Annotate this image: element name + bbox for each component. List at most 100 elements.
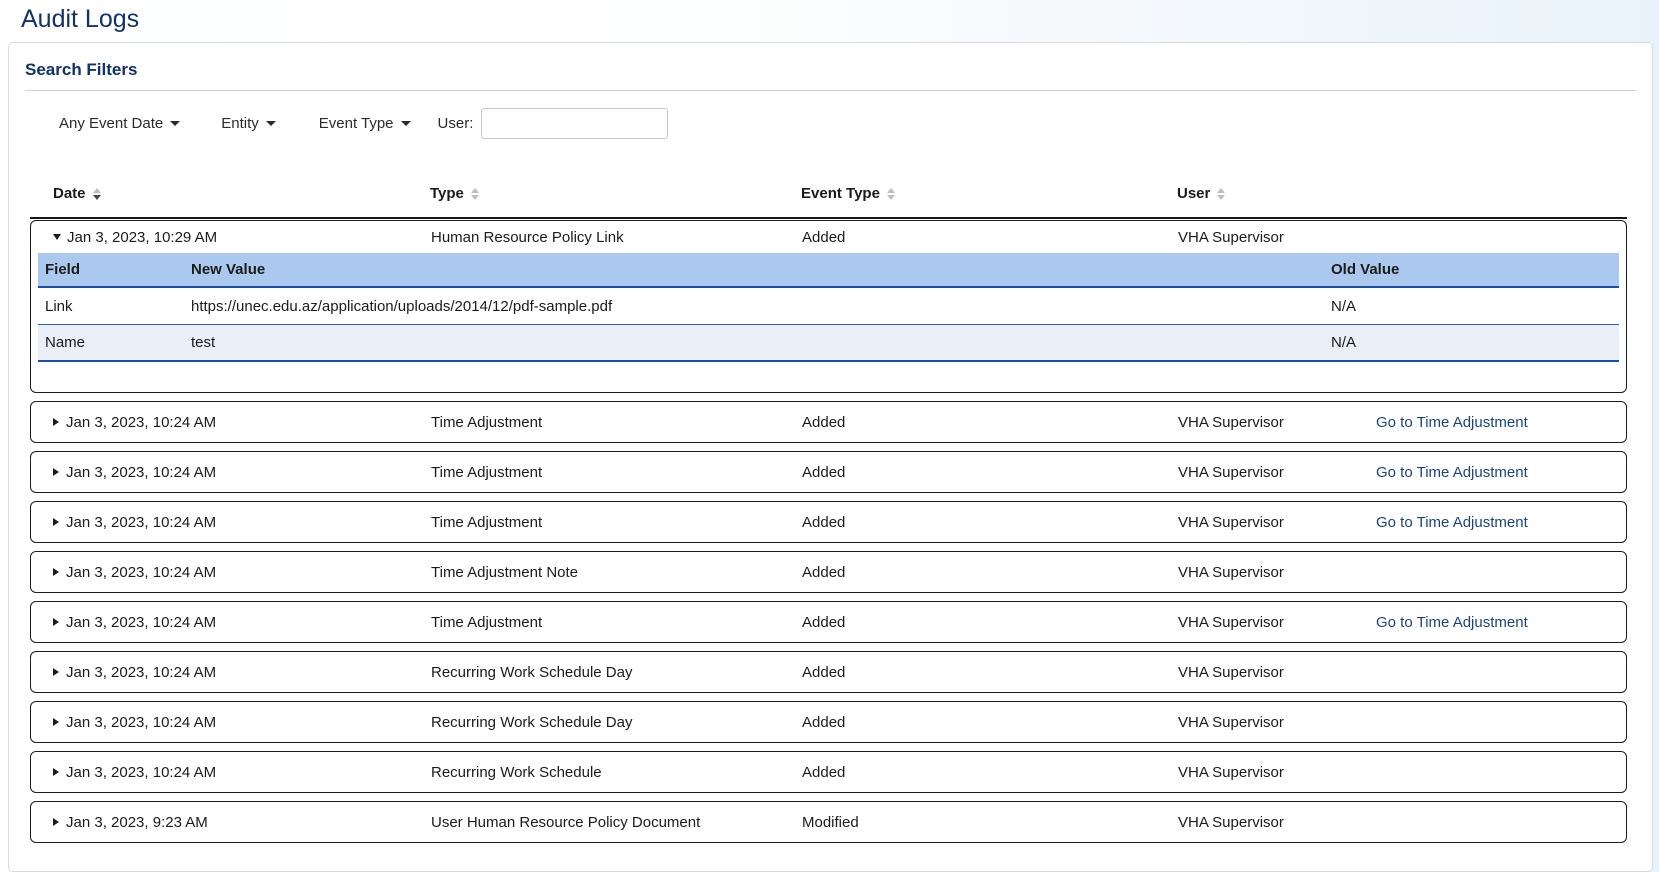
- row-type-text: User Human Resource Policy Document: [431, 813, 701, 831]
- expand-row-icon[interactable]: [53, 568, 59, 576]
- sort-icon-date[interactable]: [92, 187, 101, 200]
- table-row-main[interactable]: Jan 3, 2023, 10:24 AM Time Adjustment Adde…: [31, 502, 1626, 542]
- sort-icon-type[interactable]: [470, 187, 479, 200]
- sort-icon-user[interactable]: [1217, 187, 1226, 200]
- table-row-main[interactable]: Jan 3, 2023, 10:24 AM Recurring Work Sche…: [31, 702, 1626, 742]
- table-row: Jan 3, 2023, 10:24 AM Recurring Work Sche…: [30, 651, 1627, 693]
- row-event-type-text: Added: [802, 763, 846, 781]
- go-to-entity-link[interactable]: Go to Time Adjustment: [1376, 414, 1528, 431]
- row-date-cell: Jan 3, 2023, 9:23 AM: [31, 814, 431, 831]
- detail-field-text: Link: [45, 297, 73, 315]
- expand-row-icon[interactable]: [53, 418, 59, 426]
- table-row: Jan 3, 2023, 10:24 AM Recurring Work Sche…: [30, 701, 1627, 743]
- row-type-text: Recurring Work Schedule: [431, 763, 602, 781]
- table-row-main[interactable]: Jan 3, 2023, 10:24 AM Time Adjustment Adde…: [31, 602, 1626, 642]
- row-date-text: Jan 3, 2023, 10:24 AM: [66, 413, 217, 431]
- expand-row-icon[interactable]: [53, 768, 59, 776]
- filter-dropdown-entity[interactable]: Entity: [221, 115, 276, 132]
- go-to-entity-link[interactable]: Go to Time Adjustment: [1376, 464, 1528, 481]
- sort-icon-event-type[interactable]: [886, 187, 895, 200]
- row-event-type-text: Added: [802, 513, 846, 531]
- caret-down-icon: [170, 121, 181, 126]
- collapse-row-icon[interactable]: [53, 234, 61, 240]
- filter-bar: Any Event Date Entity Event Type User:: [25, 108, 1636, 139]
- row-user-text: VHA Supervisor: [1178, 613, 1284, 631]
- table-row: Jan 3, 2023, 10:24 AM Time Adjustment Adde…: [30, 451, 1627, 493]
- row-date-cell: Jan 3, 2023, 10:24 AM: [31, 614, 431, 631]
- table-row: Jan 3, 2023, 10:24 AM Time Adjustment Not…: [30, 551, 1627, 593]
- table-row-main[interactable]: Jan 3, 2023, 10:24 AM Recurring Work Sche…: [31, 752, 1626, 792]
- detail-column-new-value: New Value: [191, 261, 266, 278]
- row-date-text: Jan 3, 2023, 10:24 AM: [66, 613, 217, 631]
- expand-row-icon[interactable]: [53, 818, 59, 826]
- table-row-main[interactable]: Jan 3, 2023, 10:24 AM Time Adjustment Not…: [31, 552, 1626, 592]
- caret-down-icon: [265, 121, 276, 126]
- table-row: Jan 3, 2023, 10:29 AM Human Resource Poli…: [30, 220, 1627, 393]
- row-event-type-text: Added: [802, 663, 846, 681]
- row-type-text: Human Resource Policy Link: [431, 228, 624, 246]
- table-row-main[interactable]: Jan 3, 2023, 10:24 AM Time Adjustment Adde…: [31, 452, 1626, 492]
- row-date-text: Jan 3, 2023, 10:24 AM: [66, 513, 217, 531]
- filter-dropdown-event-date-label: Any Event Date: [59, 115, 164, 132]
- expand-row-icon[interactable]: [53, 618, 59, 626]
- table-row-main[interactable]: Jan 3, 2023, 10:29 AM Human Resource Poli…: [31, 221, 1626, 253]
- row-type-text: Time Adjustment: [431, 513, 543, 531]
- detail-old-value-text: N/A: [1331, 334, 1357, 351]
- expand-row-icon[interactable]: [53, 518, 59, 526]
- detail-column-field: Field: [45, 261, 81, 278]
- table-row-main[interactable]: Jan 3, 2023, 9:23 AM User Human Resource …: [31, 802, 1626, 842]
- expand-row-icon[interactable]: [53, 718, 59, 726]
- row-date-cell: Jan 3, 2023, 10:24 AM: [31, 714, 431, 731]
- row-type-text: Time Adjustment: [431, 413, 543, 431]
- row-type-text: Time Adjustment: [431, 463, 543, 481]
- row-date-cell: Jan 3, 2023, 10:24 AM: [31, 414, 431, 431]
- row-action-cell: Go to Time Adjustment: [1376, 514, 1626, 531]
- caret-down-icon: [400, 121, 411, 126]
- row-action-cell: Go to Time Adjustment: [1376, 614, 1626, 631]
- column-header-date[interactable]: Date: [30, 185, 430, 202]
- row-date-text: Jan 3, 2023, 10:24 AM: [66, 713, 217, 731]
- row-user-text: VHA Supervisor: [1178, 513, 1284, 531]
- detail-new-value-text: https://unec.edu.az/application/uploads/…: [191, 297, 613, 315]
- table-row-main[interactable]: Jan 3, 2023, 10:24 AM Time Adjustment Adde…: [31, 402, 1626, 442]
- row-action-cell: Go to Time Adjustment: [1376, 464, 1626, 481]
- audit-table-header: Date Type Event Type User: [30, 185, 1627, 219]
- column-header-type[interactable]: Type: [430, 185, 801, 202]
- column-header-event-type[interactable]: Event Type: [801, 185, 1177, 202]
- row-date-cell: Jan 3, 2023, 10:24 AM: [31, 564, 431, 581]
- row-user-text: VHA Supervisor: [1178, 713, 1284, 731]
- row-date-text: Jan 3, 2023, 10:29 AM: [67, 228, 218, 246]
- row-date-text: Jan 3, 2023, 10:24 AM: [66, 563, 217, 581]
- filter-dropdown-event-date[interactable]: Any Event Date: [59, 115, 181, 132]
- row-event-type-text: Modified: [802, 813, 859, 831]
- filter-dropdown-event-type[interactable]: Event Type: [319, 115, 411, 132]
- detail-field-text: Name: [45, 334, 86, 351]
- detail-table-row: Link https://unec.edu.az/application/uplo…: [38, 288, 1619, 325]
- row-user-text: VHA Supervisor: [1178, 413, 1284, 431]
- row-date-cell: Jan 3, 2023, 10:24 AM: [31, 664, 431, 681]
- filters-divider: [25, 90, 1636, 91]
- audit-table-body: Jan 3, 2023, 10:29 AM Human Resource Poli…: [30, 220, 1627, 843]
- user-filter-label: User:: [437, 115, 474, 132]
- row-date-cell: Jan 3, 2023, 10:24 AM: [31, 464, 431, 481]
- row-detail-table: Field New Value Old Value Link https://unec.…: [38, 253, 1619, 362]
- row-action-cell: Go to Time Adjustment: [1376, 414, 1626, 431]
- row-type-text: Time Adjustment: [431, 613, 543, 631]
- column-header-user[interactable]: User: [1177, 185, 1375, 202]
- row-event-type-text: Added: [802, 228, 846, 246]
- expand-row-icon[interactable]: [53, 668, 59, 676]
- row-date-text: Jan 3, 2023, 10:24 AM: [66, 663, 217, 681]
- table-row: Jan 3, 2023, 10:24 AM Time Adjustment Adde…: [30, 601, 1627, 643]
- row-user-text: VHA Supervisor: [1178, 663, 1284, 681]
- go-to-entity-link[interactable]: Go to Time Adjustment: [1376, 514, 1528, 531]
- table-row: Jan 3, 2023, 9:23 AM User Human Resource …: [30, 801, 1627, 843]
- go-to-entity-link[interactable]: Go to Time Adjustment: [1376, 614, 1528, 631]
- row-event-type-text: Added: [802, 413, 846, 431]
- table-row: Jan 3, 2023, 10:24 AM Recurring Work Sche…: [30, 751, 1627, 793]
- row-event-type-text: Added: [802, 613, 846, 631]
- row-date-text: Jan 3, 2023, 9:23 AM: [66, 813, 208, 831]
- expand-row-icon[interactable]: [53, 468, 59, 476]
- table-row-main[interactable]: Jan 3, 2023, 10:24 AM Recurring Work Sche…: [31, 652, 1626, 692]
- user-filter-input[interactable]: [481, 108, 669, 139]
- row-user-text: VHA Supervisor: [1178, 228, 1284, 246]
